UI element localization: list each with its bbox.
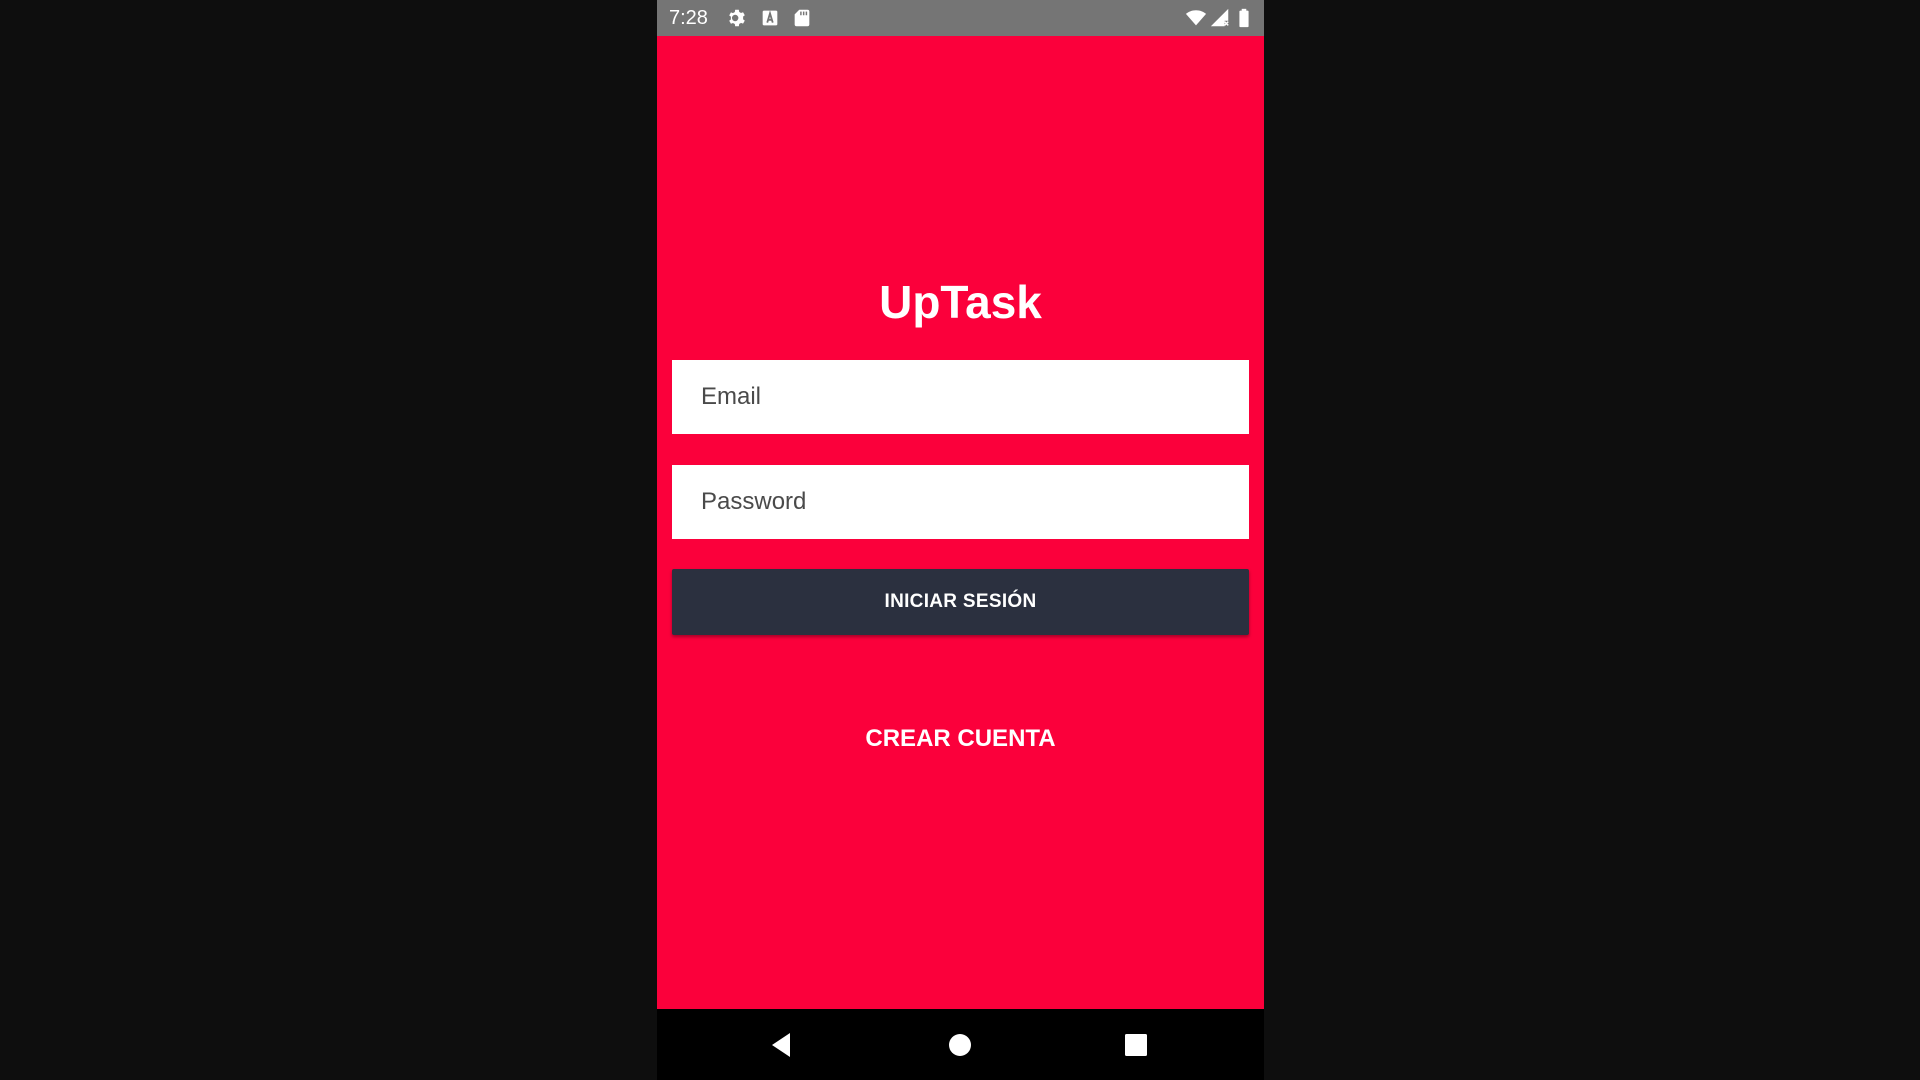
status-bar: 7:28 bbox=[657, 0, 1264, 36]
login-button[interactable]: INICIAR SESIÓN bbox=[672, 569, 1249, 635]
phone-screen: 7:28 UpTask INICIAR SE bbox=[657, 0, 1264, 1080]
recents-icon[interactable] bbox=[1118, 1027, 1154, 1063]
sd-card-icon bbox=[794, 9, 810, 27]
battery-icon bbox=[1239, 8, 1249, 28]
login-screen: UpTask INICIAR SESIÓN CREAR CUENTA bbox=[657, 36, 1264, 1009]
cell-signal-icon bbox=[1210, 8, 1229, 27]
email-input[interactable] bbox=[672, 360, 1249, 434]
back-icon[interactable] bbox=[764, 1027, 800, 1063]
app-title: UpTask bbox=[879, 276, 1042, 328]
settings-icon bbox=[729, 9, 745, 27]
status-time: 7:28 bbox=[669, 7, 708, 29]
navigation-bar bbox=[657, 1009, 1264, 1080]
home-icon[interactable] bbox=[942, 1027, 978, 1063]
wifi-icon bbox=[1185, 10, 1207, 26]
password-input[interactable] bbox=[672, 465, 1249, 539]
keyboard-a-icon bbox=[762, 10, 778, 26]
create-account-link[interactable]: CREAR CUENTA bbox=[657, 724, 1264, 754]
